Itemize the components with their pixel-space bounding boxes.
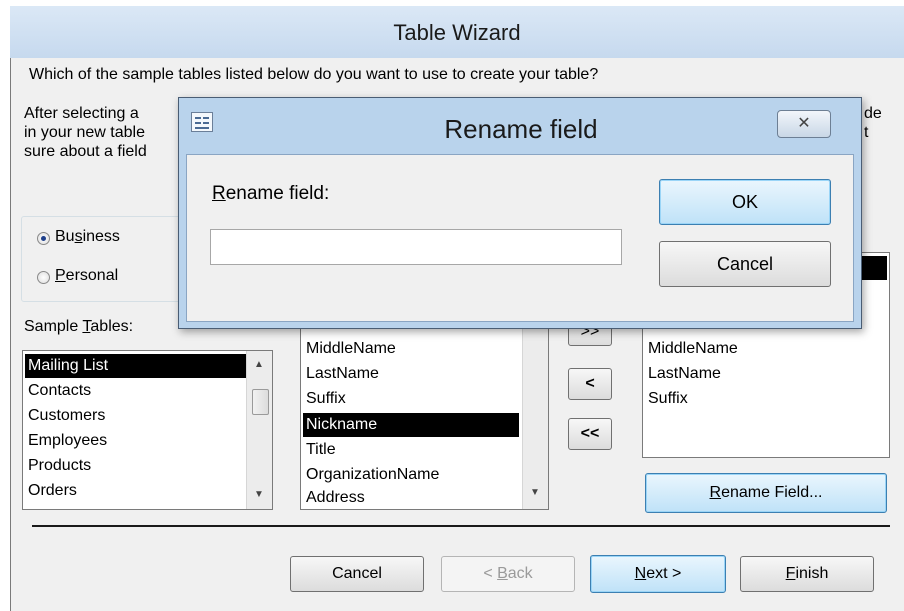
close-icon[interactable]: ✕	[777, 110, 831, 138]
scroll-down-icon[interactable]: ▼	[530, 487, 540, 498]
footer-divider	[32, 525, 890, 527]
wizard-question: Which of the sample tables listed below …	[29, 66, 599, 83]
remove-field-button[interactable]: <	[568, 368, 612, 400]
sample-fields-scrollbar[interactable]: ▼	[522, 311, 548, 509]
wizard-title: Table Wizard	[393, 20, 521, 45]
list-item-nickname[interactable]: Nickname	[303, 413, 519, 437]
list-item-suffix[interactable]: Suffix	[645, 387, 889, 411]
list-item-products[interactable]: Products	[25, 454, 272, 478]
instructions-line-1: After selecting a	[24, 105, 139, 122]
finish-button[interactable]: Finish	[740, 556, 874, 592]
scrollbar-thumb[interactable]	[252, 389, 269, 415]
instructions-line-3: sure about a field	[24, 143, 147, 160]
ok-button[interactable]: OK	[659, 179, 831, 225]
list-item-employees[interactable]: Employees	[25, 429, 272, 453]
rename-field-button[interactable]: Rename Field...	[645, 473, 887, 513]
next-button[interactable]: Next >	[590, 555, 726, 593]
rename-field-label: Rename field:	[212, 183, 330, 204]
scroll-down-icon[interactable]: ▼	[254, 489, 264, 500]
dialog-cancel-button[interactable]: Cancel	[659, 241, 831, 287]
cancel-button[interactable]: Cancel	[290, 556, 424, 592]
list-item-address[interactable]: Address	[303, 486, 548, 509]
list-item-customers[interactable]: Customers	[25, 404, 272, 428]
radio-business-label: Business	[55, 228, 120, 245]
radio-personal[interactable]: Personal	[37, 267, 157, 287]
list-item-lastname[interactable]: LastName	[645, 362, 889, 386]
list-item-organizationname[interactable]: OrganizationName	[303, 463, 548, 487]
dialog-body: Rename field: OK Cancel	[186, 154, 854, 322]
wizard-instructions-right: de t	[864, 104, 882, 142]
list-item-suffix[interactable]: Suffix	[303, 387, 548, 411]
list-item-lastname[interactable]: LastName	[303, 362, 548, 386]
list-item-middlename[interactable]: MiddleName	[645, 337, 889, 361]
radio-personal-indicator[interactable]	[37, 271, 50, 284]
instructions-line-1-end: de	[864, 105, 882, 122]
wizard-instructions: After selecting a in your new table sure…	[24, 104, 147, 161]
radio-personal-label: Personal	[55, 267, 119, 284]
back-button[interactable]: < Back	[441, 556, 575, 592]
wizard-titlebar: Table Wizard	[10, 6, 904, 58]
radio-business[interactable]: Business	[37, 228, 157, 248]
list-item-orders[interactable]: Orders	[25, 479, 272, 503]
list-item-title[interactable]: Title	[303, 438, 548, 462]
radio-business-indicator[interactable]	[37, 232, 50, 245]
sample-tables-scrollbar[interactable]: ▲ ▼	[246, 351, 272, 509]
list-item-contacts[interactable]: Contacts	[25, 379, 272, 403]
sample-tables-list[interactable]: Mailing List Contacts Customers Employee…	[22, 350, 273, 510]
instructions-line-2: in your new table	[24, 124, 145, 141]
instructions-line-2-end: t	[864, 124, 869, 141]
sample-fields-list[interactable]: MiddleName LastName Suffix Nickname Titl…	[300, 310, 549, 510]
dialog-title: Rename field	[444, 114, 598, 144]
sample-tables-label: Sample Tables:	[24, 318, 134, 335]
list-item-middlename[interactable]: MiddleName	[303, 337, 548, 361]
rename-field-input[interactable]	[210, 229, 622, 265]
list-item-mailing-list[interactable]: Mailing List	[25, 354, 246, 378]
scroll-up-icon[interactable]: ▲	[254, 359, 264, 370]
rename-field-dialog: Rename field ✕ Rename field: OK Cancel	[178, 97, 862, 329]
remove-all-fields-button[interactable]: <<	[568, 418, 612, 450]
